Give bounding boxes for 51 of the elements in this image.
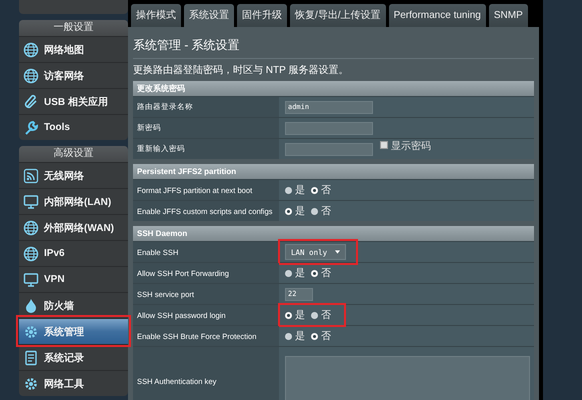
- sidebar-item[interactable]: 系统管理: [19, 318, 128, 344]
- radio-button[interactable]: [285, 270, 292, 276]
- radio-label: 否: [321, 330, 331, 343]
- checkbox-label: 显示密码: [391, 140, 431, 152]
- section-header: Persistent JFFS2 partition: [133, 164, 534, 179]
- sidebar-heading: 一般设置: [19, 20, 128, 36]
- paperclip-icon: [23, 94, 39, 110]
- gear-icon: [23, 324, 39, 340]
- tab[interactable]: Performance tuning: [388, 4, 486, 27]
- wifi-icon: [23, 168, 39, 184]
- radio-label: 是: [295, 309, 305, 322]
- tab[interactable]: 系统设置: [184, 4, 234, 27]
- tab[interactable]: 恢复/导出/上传设置: [290, 4, 386, 27]
- radio-button[interactable]: [285, 186, 292, 194]
- document-icon: [23, 350, 39, 366]
- tab[interactable]: SNMP: [488, 4, 528, 27]
- checkbox[interactable]: [380, 140, 388, 148]
- radio-label: 否: [321, 267, 331, 280]
- radio-label: 否: [321, 205, 331, 218]
- radio-button[interactable]: [311, 270, 318, 276]
- globe-icon: [23, 220, 39, 236]
- radio-button[interactable]: [285, 332, 292, 340]
- radio-label: 是: [295, 184, 305, 197]
- radio-button[interactable]: [311, 186, 318, 194]
- section-header: SSH Daemon: [133, 226, 534, 241]
- page-description: 更换路由器登陆密码，时区与 NTP 服务器设置。: [133, 64, 350, 78]
- tab[interactable]: 固件升级: [237, 4, 287, 27]
- radio-label: 是: [295, 267, 305, 280]
- globe-icon: [23, 42, 39, 58]
- radio-button[interactable]: [311, 208, 318, 214]
- radio-button[interactable]: [285, 312, 292, 318]
- password-field[interactable]: [285, 142, 373, 156]
- section-header: 更改系统密码: [133, 81, 534, 96]
- radio-label: 是: [295, 330, 305, 343]
- radio-button[interactable]: [285, 208, 292, 214]
- monitor-icon: [23, 194, 39, 210]
- wrench-icon: [23, 120, 39, 136]
- page-title: 系统管理 - 系统设置: [133, 37, 241, 53]
- gear-icon: [23, 376, 39, 392]
- radio-label: 否: [321, 309, 331, 322]
- tab[interactable]: 操作模式: [131, 4, 181, 27]
- radio-label: 是: [295, 205, 305, 218]
- caret-icon: [335, 250, 340, 254]
- radio-button[interactable]: [311, 312, 318, 318]
- password-field[interactable]: [285, 122, 373, 134]
- radio-button[interactable]: [311, 332, 318, 340]
- globe-icon: [23, 246, 39, 262]
- sidebar-heading: 高级设置: [19, 146, 128, 162]
- globe-icon: [23, 68, 39, 84]
- radio-label: 否: [321, 184, 331, 197]
- monitor-icon: [23, 272, 39, 288]
